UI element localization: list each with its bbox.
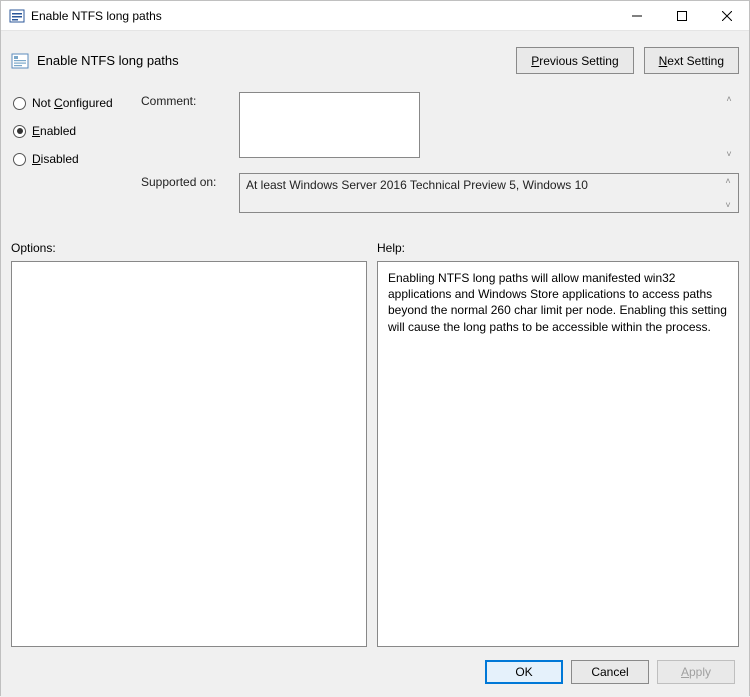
radio-label: Enabled [32, 124, 76, 138]
ok-button[interactable]: OK [485, 660, 563, 684]
radio-label: Disabled [32, 152, 79, 166]
dialog-heading: Enable NTFS long paths [37, 53, 506, 68]
help-panel: Enabling NTFS long paths will allow mani… [377, 261, 739, 647]
state-radio-group: Not Configured Enabled Disabled [11, 92, 141, 225]
window-controls [614, 1, 749, 30]
comment-label: Comment: [141, 92, 239, 161]
titlebar: Enable NTFS long paths [1, 1, 749, 31]
scroll-down-icon: ˅ [720, 200, 736, 210]
dialog-buttons: OK Cancel Apply [1, 647, 749, 697]
radio-icon [13, 125, 26, 138]
cancel-button[interactable]: Cancel [571, 660, 649, 684]
supported-label: Supported on: [141, 173, 239, 213]
comment-input[interactable] [239, 92, 420, 158]
next-setting-button[interactable]: Next Setting [644, 47, 739, 74]
app-icon [9, 8, 25, 24]
radio-not-configured[interactable]: Not Configured [13, 96, 141, 110]
help-label: Help: [377, 241, 739, 255]
minimize-button[interactable] [614, 1, 659, 31]
supported-on-box: At least Windows Server 2016 Technical P… [239, 173, 739, 213]
radio-enabled[interactable]: Enabled [13, 124, 141, 138]
help-text: Enabling NTFS long paths will allow mani… [388, 271, 727, 334]
scroll-up-icon: ˄ [720, 176, 736, 186]
close-button[interactable] [704, 1, 749, 31]
supported-on-text: At least Windows Server 2016 Technical P… [246, 178, 588, 192]
comment-scrollbar[interactable]: ˄ ˅ [721, 94, 737, 159]
dialog-content: Enable NTFS long paths Previous Setting … [1, 31, 749, 647]
radio-icon [13, 97, 26, 110]
scroll-up-icon: ˄ [721, 94, 737, 104]
policy-icon [11, 52, 29, 70]
radio-disabled[interactable]: Disabled [13, 152, 141, 166]
scroll-down-icon: ˅ [721, 149, 737, 159]
radio-label: Not Configured [32, 96, 113, 110]
apply-button[interactable]: Apply [657, 660, 735, 684]
options-label: Options: [11, 241, 377, 255]
previous-setting-button[interactable]: Previous Setting [516, 47, 633, 74]
options-panel [11, 261, 367, 647]
supported-scrollbar[interactable]: ˄ ˅ [720, 176, 736, 210]
window-title: Enable NTFS long paths [31, 9, 614, 23]
radio-icon [13, 153, 26, 166]
maximize-button[interactable] [659, 1, 704, 31]
